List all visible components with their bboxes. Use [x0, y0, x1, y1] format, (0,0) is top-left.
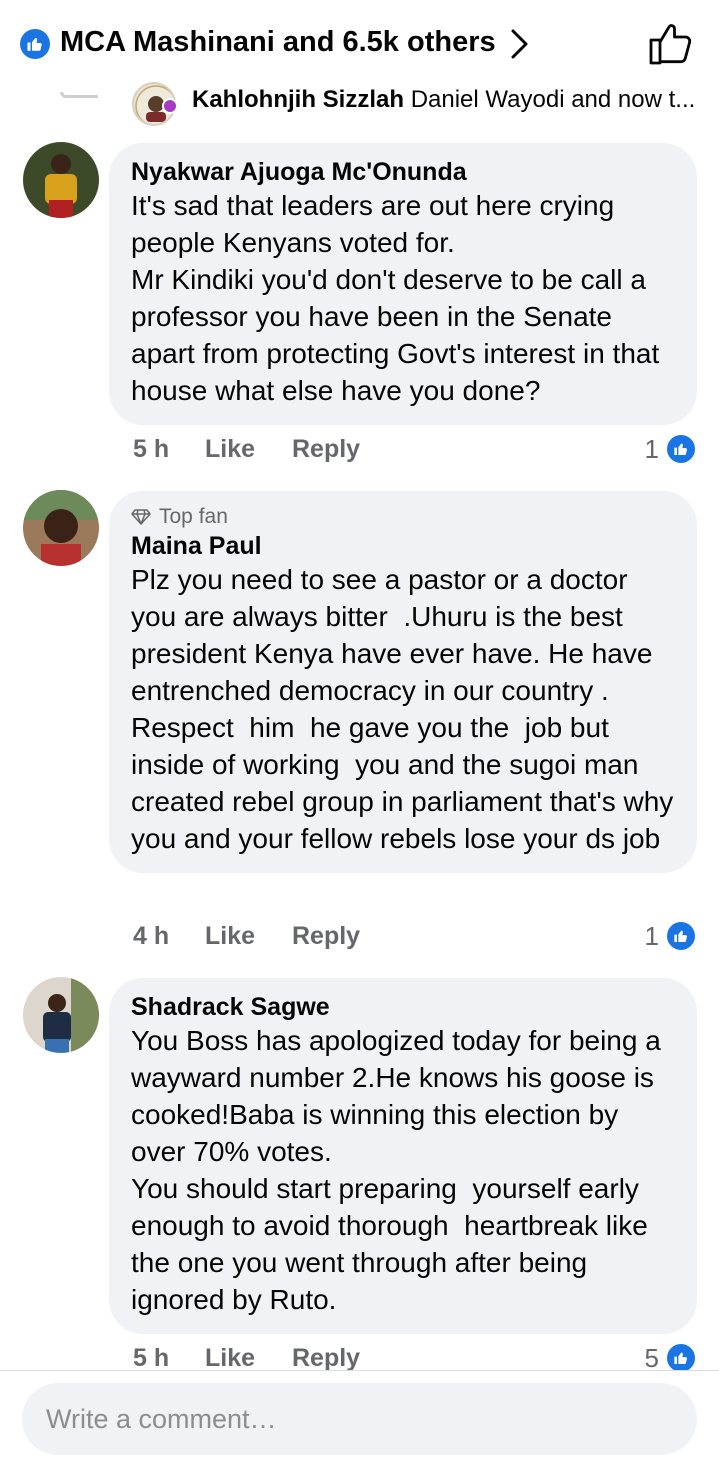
- profile-badge-icon: [162, 98, 178, 114]
- diamond-icon: [131, 509, 151, 525]
- comment-composer: [0, 1370, 719, 1465]
- comment-author[interactable]: Nyakwar Ajuoga Mc'Onunda: [131, 157, 675, 187]
- reaction-count[interactable]: 1: [645, 919, 697, 953]
- reaction-number: 1: [644, 433, 659, 464]
- reactions-summary[interactable]: MCA Mashinani and 6.5k others: [60, 26, 496, 59]
- previous-reply-preview[interactable]: Kahlohnjih Sizzlah Daniel Wayodi and now…: [0, 78, 719, 126]
- like-reaction-icon: [665, 433, 697, 465]
- reply-button[interactable]: Reply: [292, 435, 360, 464]
- comment-author[interactable]: Maina Paul: [131, 531, 675, 561]
- comment-text: It's sad that leaders are out here cryin…: [131, 190, 660, 406]
- thumbs-up-icon[interactable]: [645, 20, 695, 68]
- comment-input[interactable]: [22, 1383, 697, 1455]
- reaction-count[interactable]: 1: [645, 432, 697, 466]
- reaction-number: 1: [644, 920, 659, 951]
- comment-author[interactable]: Shadrack Sagwe: [131, 992, 675, 1022]
- like-button[interactable]: Like: [205, 922, 255, 951]
- reply-author[interactable]: Kahlohnjih Sizzlah: [192, 86, 404, 113]
- comment-text: Plz you need to see a pastor or a doctor…: [131, 564, 682, 854]
- reactions-header[interactable]: MCA Mashinani and 6.5k others: [0, 0, 719, 88]
- comment-time[interactable]: 5 h: [133, 435, 169, 464]
- badge-label: Top fan: [159, 505, 228, 528]
- comment-text: You Boss has apologized today for being …: [131, 1025, 661, 1315]
- like-button[interactable]: Like: [205, 1344, 255, 1373]
- avatar[interactable]: [23, 977, 99, 1053]
- avatar[interactable]: [23, 490, 99, 566]
- like-button[interactable]: Like: [205, 435, 255, 464]
- like-reaction-icon: [665, 920, 697, 952]
- top-fan-badge: Top fan: [131, 505, 675, 529]
- comment-bubble[interactable]: Top fan Maina Paul Plz you need to see a…: [109, 491, 697, 873]
- reply-button[interactable]: Reply: [292, 1344, 360, 1373]
- chevron-right-icon[interactable]: [505, 26, 533, 62]
- avatar[interactable]: [23, 142, 99, 218]
- comment-bubble[interactable]: Nyakwar Ajuoga Mc'Onunda It's sad that l…: [109, 143, 697, 425]
- reaction-number: 5: [644, 1342, 659, 1373]
- comment-time[interactable]: 4 h: [133, 922, 169, 951]
- thread-line: [60, 92, 98, 98]
- like-reaction-icon: [20, 29, 50, 59]
- reply-button[interactable]: Reply: [292, 922, 360, 951]
- reply-preview-text: Daniel Wayodi and now t...: [410, 86, 696, 113]
- comment-bubble[interactable]: Shadrack Sagwe You Boss has apologized t…: [109, 978, 697, 1334]
- comment-time[interactable]: 5 h: [133, 1344, 169, 1373]
